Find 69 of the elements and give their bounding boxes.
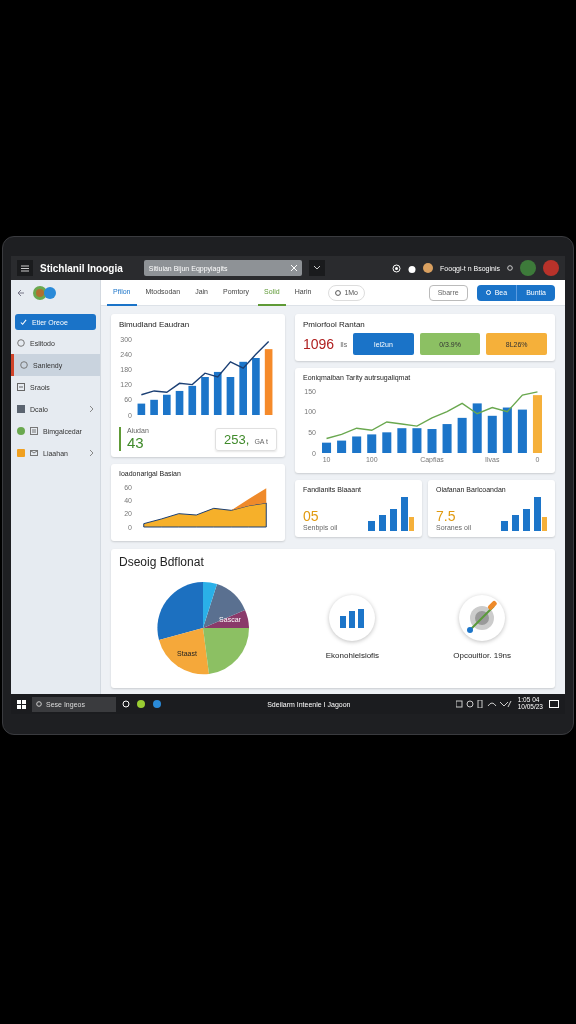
card-title: Pmiorfool Rantan	[303, 320, 366, 329]
bar	[523, 509, 530, 531]
chevron-icon	[90, 406, 94, 412]
bar	[201, 377, 209, 415]
folder-icon	[17, 405, 25, 413]
bar	[412, 428, 422, 453]
summary-value: 1096	[303, 336, 335, 352]
bar	[532, 395, 542, 453]
bar	[239, 361, 247, 415]
bar	[264, 349, 273, 415]
bar	[252, 358, 260, 415]
bar	[501, 521, 508, 531]
status-icon	[507, 265, 513, 271]
bar	[150, 399, 158, 415]
back-icon[interactable]	[17, 289, 25, 297]
bar	[322, 442, 332, 453]
bar	[472, 403, 482, 453]
bar	[368, 521, 375, 531]
feature-label: Opcouitior. 19ns	[453, 651, 512, 660]
bar	[175, 390, 184, 415]
stat-value: 05	[303, 508, 320, 524]
stat-value: 7.5	[436, 508, 457, 524]
card-title: Dseoig Bdflonat	[119, 555, 205, 569]
circle-icon[interactable]	[122, 700, 130, 708]
search-icon	[36, 701, 42, 707]
bar	[188, 385, 197, 415]
logo-icon	[33, 286, 57, 300]
avatar	[520, 260, 536, 276]
window-title: Stichlanil Inoogia	[40, 262, 123, 274]
card-title: Bimudland Eaudran	[119, 320, 191, 329]
bar	[137, 403, 146, 415]
bar	[352, 436, 362, 453]
bar	[379, 515, 386, 531]
document-icon	[17, 383, 25, 391]
bar	[427, 429, 437, 453]
stat-value: 43	[127, 434, 145, 451]
bar	[382, 432, 392, 453]
bar	[163, 394, 171, 415]
bar	[226, 377, 235, 415]
tray-icons[interactable]	[455, 700, 512, 708]
windows-icon[interactable]	[17, 699, 26, 709]
chevron-icon	[90, 450, 94, 456]
chevron-icon	[313, 266, 320, 270]
chevron-button[interactable]	[308, 260, 325, 276]
notification-icon[interactable]	[549, 699, 559, 709]
bar	[502, 407, 512, 453]
record-icon[interactable]	[392, 263, 402, 273]
bar	[517, 409, 527, 453]
bar	[487, 415, 497, 453]
bar	[390, 509, 397, 531]
mail-icon	[30, 449, 38, 457]
menu-icon[interactable]	[17, 260, 33, 276]
bar	[512, 515, 519, 531]
circle-icon	[17, 339, 25, 347]
bar	[337, 440, 347, 453]
bar	[442, 424, 452, 453]
bar	[213, 371, 222, 415]
circle-icon	[20, 361, 28, 369]
bar-chart-icon	[340, 608, 365, 628]
close-icon[interactable]	[290, 265, 297, 271]
check-icon	[20, 318, 27, 326]
grid-icon	[30, 427, 38, 435]
feature-label: Ekonohlelsiofis	[325, 651, 380, 660]
bar	[397, 428, 407, 453]
avatar	[543, 260, 559, 276]
bar	[457, 417, 467, 453]
bar	[367, 434, 377, 453]
avatar	[423, 263, 434, 273]
stat-value: 253,	[224, 431, 250, 447]
